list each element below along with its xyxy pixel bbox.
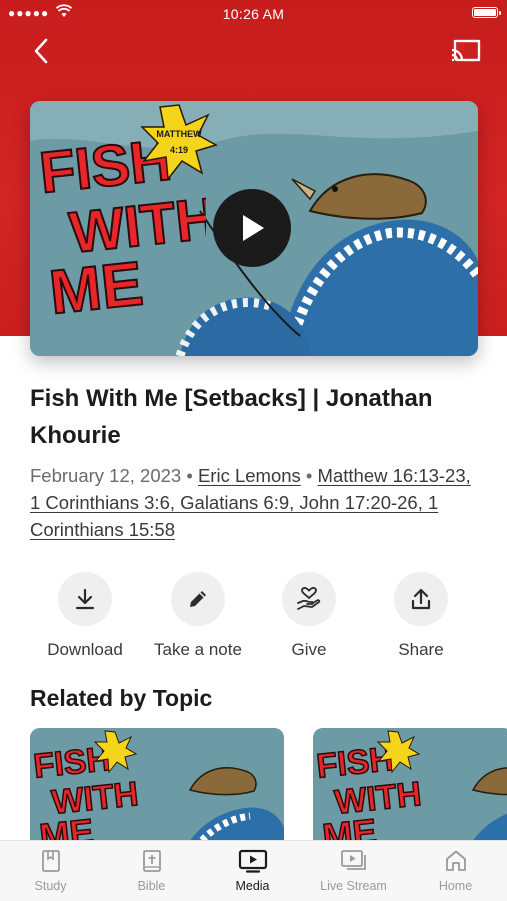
svg-text:4:19: 4:19 [170, 145, 188, 155]
tv-play-icon [238, 849, 267, 873]
related-artwork: FISH WITH ME [30, 728, 284, 848]
cast-button[interactable] [449, 36, 483, 66]
tab-bible[interactable]: Bible [101, 841, 202, 901]
bible-icon [142, 850, 161, 872]
play-icon [243, 215, 264, 241]
take-note-label: Take a note [154, 640, 242, 659]
tab-home-label: Home [438, 879, 473, 893]
share-icon [411, 588, 431, 610]
bottom-tab-bar: Study Bible Media Live Stream Home [0, 840, 507, 901]
related-item-card[interactable]: FISH WITH ME [313, 728, 507, 848]
take-note-button[interactable]: Take a note [138, 572, 258, 660]
related-artwork: FISH WITH ME [313, 728, 507, 848]
cast-icon [451, 39, 481, 62]
battery-icon [472, 7, 501, 18]
download-icon [75, 588, 95, 610]
home-icon [445, 850, 466, 871]
media-thumbnail[interactable]: FISH WITH ME MATTHEW 4:19 [30, 101, 478, 356]
art-title-line-3: ME [46, 249, 146, 327]
tab-live-stream[interactable]: Live Stream [303, 841, 404, 901]
share-label: Share [398, 640, 444, 659]
tab-bible-label: Bible [137, 879, 166, 893]
status-time: 10:26 AM [222, 6, 285, 22]
give-label: Give [291, 640, 327, 659]
status-bar: ●●●●● 10:26 AM [0, 0, 507, 28]
sermon-artwork: FISH WITH ME MATTHEW 4:19 [30, 101, 478, 356]
download-button[interactable]: Download [25, 572, 145, 660]
related-section-title: Related by Topic [30, 685, 213, 711]
tab-live-stream-label: Live Stream [320, 879, 387, 893]
sermon-date: February 12, 2023 [30, 465, 182, 486]
play-button[interactable] [213, 189, 291, 267]
give-button[interactable]: Give [249, 572, 369, 660]
pencil-icon [190, 591, 206, 607]
sermon-title: Fish With Me [Setbacks] | Jonathan Khour… [30, 385, 433, 449]
live-stream-icon [340, 850, 366, 870]
speaker-link[interactable]: Eric Lemons [198, 465, 301, 486]
tab-study[interactable]: Study [0, 841, 101, 901]
meta-separator: • [186, 465, 193, 486]
back-button[interactable] [26, 36, 56, 66]
related-item-card[interactable]: FISH WITH ME [30, 728, 284, 848]
download-label: Download [47, 640, 123, 659]
book-icon [41, 850, 60, 872]
tab-media[interactable]: Media [202, 841, 303, 901]
chevron-left-icon [34, 38, 48, 64]
tab-study-label: Study [34, 879, 67, 893]
tab-home[interactable]: Home [405, 841, 506, 901]
svg-text:MATTHEW: MATTHEW [156, 129, 202, 139]
meta-separator: • [305, 465, 313, 486]
tab-media-label: Media [235, 879, 270, 893]
give-heart-icon [297, 587, 321, 610]
action-row: Download Take a note Give Share [0, 572, 507, 662]
share-button[interactable]: Share [361, 572, 481, 660]
sermon-meta: February 12, 2023 • Eric Lemons • Matthe… [30, 462, 480, 543]
scripture-badge: MATTHEW 4:19 [140, 104, 218, 181]
